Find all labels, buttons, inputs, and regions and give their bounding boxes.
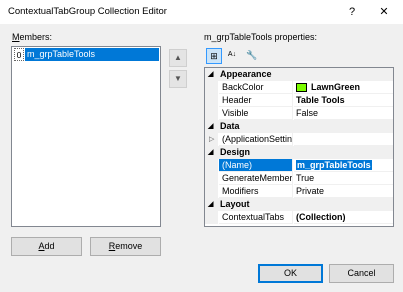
property-grid-toolbar: ⊞ A↓ 🔧 <box>204 46 394 66</box>
property-value[interactable]: Table Tools <box>294 94 393 107</box>
collapse-icon[interactable]: ◢ <box>208 120 218 133</box>
property-value[interactable]: True <box>294 172 393 185</box>
add-label: dd <box>44 241 55 251</box>
list-item[interactable]: 0 m_grpTableTools <box>13 48 159 61</box>
property-row-header[interactable]: Header Table Tools <box>205 94 393 107</box>
category-name: Appearance <box>220 69 272 79</box>
close-button[interactable]: ✕ <box>372 3 396 21</box>
property-value[interactable]: (Collection) <box>294 211 393 224</box>
alphabetical-icon[interactable]: A↓ <box>224 48 240 64</box>
category-name: Design <box>220 147 251 157</box>
property-value[interactable] <box>294 133 393 146</box>
remove-button[interactable]: Remove <box>90 237 161 256</box>
title-bar: ContextualTabGroup Collection Editor ? ✕ <box>0 0 403 24</box>
move-up-button[interactable]: ▲ <box>169 49 187 67</box>
categorized-icon[interactable]: ⊞ <box>206 48 222 64</box>
collapse-icon[interactable]: ◢ <box>208 198 218 211</box>
arrow-down-icon: ▼ <box>174 74 182 83</box>
ok-button[interactable]: OK <box>258 264 323 283</box>
property-name: Header <box>219 94 293 107</box>
add-button[interactable]: Add <box>11 237 82 256</box>
property-row-generatemember[interactable]: GenerateMember True <box>205 172 393 185</box>
category-layout[interactable]: ◢ Layout <box>205 198 393 211</box>
property-row-contextualtabs[interactable]: ContextualTabs (Collection) <box>205 211 393 224</box>
property-name: ContextualTabs <box>219 211 293 224</box>
collapse-icon[interactable]: ◢ <box>208 146 218 159</box>
property-row-modifiers[interactable]: Modifiers Private <box>205 185 393 198</box>
property-value[interactable]: LawnGreen <box>294 81 393 94</box>
property-value[interactable]: m_grpTableTools <box>294 159 393 172</box>
members-label-hotkey: M <box>12 32 20 42</box>
help-button[interactable]: ? <box>340 3 364 21</box>
member-index: 0 <box>14 48 24 61</box>
category-design[interactable]: ◢ Design <box>205 146 393 159</box>
property-row-visible[interactable]: Visible False <box>205 107 393 120</box>
move-down-button[interactable]: ▼ <box>169 70 187 88</box>
window-title: ContextualTabGroup Collection Editor <box>8 6 167 17</box>
arrow-up-icon: ▲ <box>174 53 182 62</box>
color-swatch <box>296 83 307 93</box>
remove-label: emove <box>115 241 143 251</box>
property-pages-icon[interactable]: 🔧 <box>244 48 260 64</box>
property-value[interactable]: False <box>294 107 393 120</box>
members-list[interactable]: 0 m_grpTableTools <box>11 46 161 227</box>
expand-icon[interactable]: ▷ <box>209 133 214 146</box>
property-value[interactable]: Private <box>294 185 393 198</box>
category-data[interactable]: ◢ Data <box>205 120 393 133</box>
property-row-name[interactable]: (Name) m_grpTableTools <box>205 159 393 172</box>
property-name: BackColor <box>219 81 293 94</box>
members-label-text: embers: <box>19 32 53 42</box>
property-grid[interactable]: ◢ Appearance BackColor LawnGreen Header … <box>204 67 394 227</box>
property-name: (Name) <box>219 159 293 172</box>
property-row-applicationsettings[interactable]: ▷ (ApplicationSettings) <box>205 133 393 146</box>
category-name: Data <box>220 121 240 131</box>
category-name: Layout <box>220 199 250 209</box>
properties-label: m_grpTableTools properties: <box>204 32 318 42</box>
property-name: GenerateMember <box>219 172 293 185</box>
member-name: m_grpTableTools <box>25 48 159 61</box>
collapse-icon[interactable]: ◢ <box>208 68 218 81</box>
property-name: Visible <box>219 107 293 120</box>
property-name: (ApplicationSettings) <box>219 133 293 146</box>
cancel-button[interactable]: Cancel <box>329 264 394 283</box>
property-row-backcolor[interactable]: BackColor LawnGreen <box>205 81 393 94</box>
members-label: Members: <box>12 32 52 42</box>
property-name: Modifiers <box>219 185 293 198</box>
category-appearance[interactable]: ◢ Appearance <box>205 68 393 81</box>
